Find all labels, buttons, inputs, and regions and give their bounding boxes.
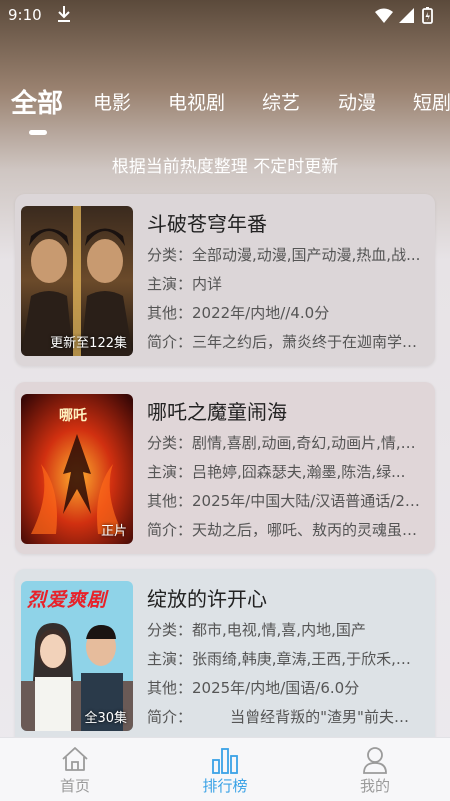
item-category: 分类：全部动漫,动漫,国产动漫,热血,战... [147, 246, 421, 264]
ranking-subtitle: 根据当前热度整理 不定时更新 [111, 157, 339, 177]
ranking-item[interactable]: 更新至122集 斗破苍穹年番 分类：全部动漫,动漫,国产动漫,热血,战... 主… [15, 194, 435, 366]
nav-home[interactable]: 首页 [25, 738, 125, 801]
signal-icon [399, 8, 414, 23]
svg-text:哪吒: 哪吒 [59, 408, 87, 424]
poster-badge: 正片 [100, 524, 127, 539]
poster-title-art: 烈爱爽剧 [27, 589, 108, 611]
item-other: 其他：2022年/内地//4.0分 [147, 304, 330, 322]
tab-tv-series[interactable]: 电视剧 [168, 88, 225, 115]
tab-indicator [29, 130, 47, 135]
poster-image[interactable]: 烈爱爽剧 全30集 [21, 581, 133, 731]
nav-profile[interactable]: 我的 [325, 738, 425, 801]
item-cast: 主演：张雨绮,韩庚,章涛,王西,于欣禾,江... [147, 650, 421, 668]
poster-image[interactable]: 更新至122集 [21, 206, 133, 356]
item-category: 分类：都市,电视,情,喜,内地,国产 [147, 621, 366, 639]
nav-label: 首页 [59, 777, 90, 795]
home-icon [62, 747, 88, 771]
tab-variety[interactable]: 综艺 [262, 88, 300, 115]
tab-movies[interactable]: 电影 [93, 88, 131, 115]
item-cast: 主演：吕艳婷,囧森瑟夫,瀚墨,陈浩,绿... [147, 463, 406, 481]
poster-image[interactable]: 哪吒 正片 [21, 394, 133, 544]
ranking-icon [212, 748, 238, 774]
profile-icon [363, 747, 387, 774]
status-time: 9:10 [8, 6, 42, 24]
nav-label: 我的 [359, 777, 390, 795]
poster-badge: 更新至122集 [50, 336, 127, 351]
nav-label: 排行榜 [202, 777, 248, 795]
item-other: 其他：2025年/内地/国语/6.0分 [147, 679, 360, 697]
item-intro: 简介：三年之约后，萧炎终于在迦南学院... [147, 333, 421, 351]
item-cast: 主演：内详 [147, 275, 223, 293]
item-intro: 简介： 当曾经背叛的"渣男"前夫和假... [147, 708, 421, 726]
item-other: 其他：2025年/中国大陆/汉语普通话/2.0... [147, 492, 421, 510]
wifi-icon [375, 8, 393, 23]
item-title[interactable]: 哪吒之魔童闹海 [147, 396, 287, 425]
status-icons [375, 7, 433, 24]
poster-badge: 全30集 [84, 711, 127, 726]
category-tabs: 全部 电影 电视剧 综艺 动漫 短剧 [0, 88, 450, 138]
download-icon [58, 6, 70, 22]
item-title[interactable]: 绽放的许开心 [147, 583, 267, 612]
bottom-nav: 首页 排行榜 我的 [0, 737, 450, 801]
nav-ranking[interactable]: 排行榜 [175, 738, 275, 801]
tab-short-drama[interactable]: 短剧 [413, 88, 450, 115]
item-category: 分类：剧情,喜剧,动画,奇幻,动画片,情,喜... [147, 434, 421, 452]
tab-anime[interactable]: 动漫 [338, 88, 376, 115]
ranking-item[interactable]: 哪吒 正片 哪吒之魔童闹海 分类：剧情,喜剧,动画,奇幻,动画片,情,喜... … [15, 382, 435, 554]
item-title[interactable]: 斗破苍穹年番 [147, 208, 267, 237]
item-intro: 简介：天劫之后，哪吒、敖丙的灵魂虽保... [147, 521, 421, 539]
status-bar: 9:10 [0, 0, 450, 32]
ranking-item[interactable]: 烈爱爽剧 全30集 绽放的许开心 分类：都市,电视,情,喜,内地,国产 主演：张… [15, 569, 435, 749]
tab-all[interactable]: 全部 [11, 88, 63, 120]
